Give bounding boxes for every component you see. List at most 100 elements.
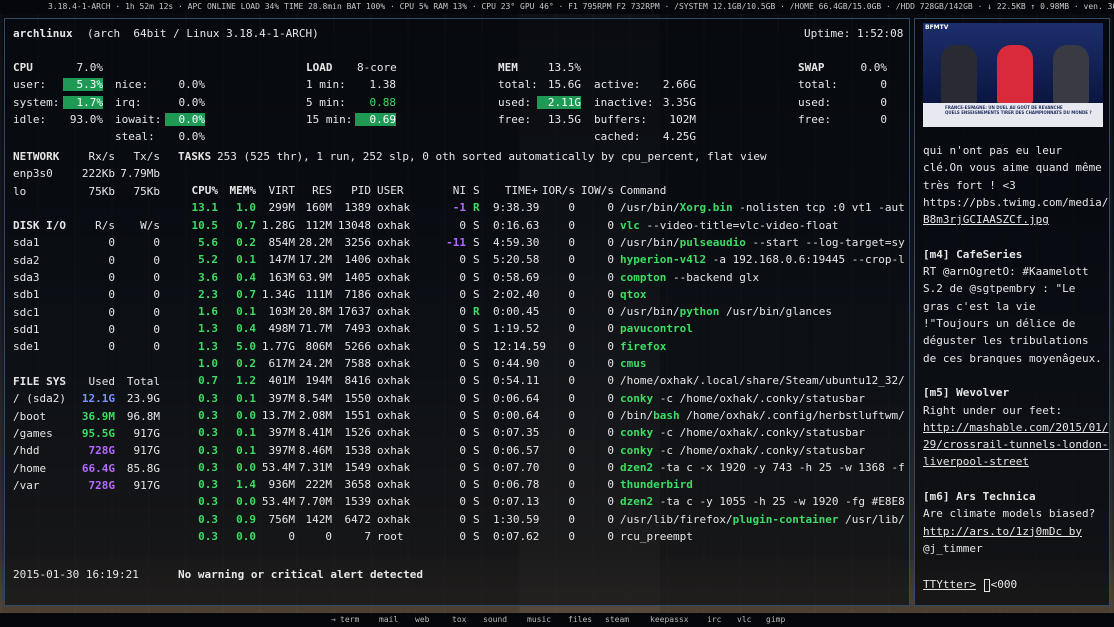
network-tx: 75Kb xyxy=(133,184,161,198)
taskbar-item-vlc[interactable]: vlc xyxy=(737,613,751,627)
process-mem: 0.1 xyxy=(236,443,256,457)
process-nice: 0 xyxy=(459,270,466,284)
command-program: cmus xyxy=(620,357,647,370)
process-res: 7.70M xyxy=(298,495,332,509)
feed-text: de ces branques moyenâgeux. xyxy=(923,351,1102,365)
feed-link[interactable]: http://ars.to/1zj0mDc by xyxy=(923,523,1082,540)
column-header-ni: NI xyxy=(452,184,466,197)
process-user: oxhak xyxy=(377,305,411,319)
command-args: -nolisten tcp :0 vt1 -auth xyxy=(732,201,905,215)
column-header-ior: IOR/s xyxy=(541,184,575,197)
mem-value: 102M xyxy=(669,112,697,126)
process-virt: 397M xyxy=(268,443,296,457)
command-args: /usr/bin/glances xyxy=(719,305,832,319)
taskbar-item-web[interactable]: web xyxy=(415,613,429,627)
process-res: 71.7M xyxy=(298,322,332,336)
hostname: archlinux xyxy=(13,27,73,40)
taskbar-item-music[interactable]: music xyxy=(527,613,551,627)
mem-key: inactive: xyxy=(594,95,654,109)
status-bar: 3.18.4-1-ARCH · 1h 52m 12s · APC ONLINE … xyxy=(0,0,1114,14)
prompt-line[interactable]: TTYtter> <000 xyxy=(923,576,1017,593)
active-arrow-icon: → xyxy=(331,615,336,624)
process-command: /usr/bin/pulseaudio --start --log-target… xyxy=(620,236,905,249)
glances-terminal[interactable]: archlinux (arch 64bit / Linux 3.18.4-1-A… xyxy=(4,18,910,606)
feed-link[interactable]: B8m3rjGCIAASZCf.jpg xyxy=(923,211,1049,228)
process-status: S xyxy=(473,426,480,440)
process-user: oxhak xyxy=(377,357,411,370)
cpu-key: steal: xyxy=(115,130,155,144)
process-pid: 1538 xyxy=(344,443,372,457)
process-user: oxhak xyxy=(377,426,411,440)
filesys-title: FILE SYS xyxy=(13,375,66,388)
process-status: S xyxy=(473,512,480,526)
load-cores: 8-core xyxy=(357,61,397,74)
mem-value: 13.5G xyxy=(547,112,581,126)
process-user: oxhak xyxy=(377,408,411,422)
feed-link[interactable]: http://mashable.com/2015/01/ xyxy=(923,419,1108,436)
process-user: oxhak xyxy=(377,374,411,388)
process-res: 111M xyxy=(305,287,333,301)
process-io-write: 0 xyxy=(607,305,614,319)
command-program: conky xyxy=(620,426,654,440)
taskbar-item-steam[interactable]: steam xyxy=(605,613,629,627)
process-res: 17.2M xyxy=(298,253,332,267)
swap-value: 0 xyxy=(880,78,887,92)
process-io-write: 0 xyxy=(607,426,614,440)
command-args: -c /home/oxhak/.conky/statusbar xyxy=(653,426,866,440)
command-program: Xorg.bin xyxy=(679,201,733,215)
taskbar-item-term[interactable]: term xyxy=(340,613,359,627)
process-nice: -11 xyxy=(446,235,466,249)
process-res: 24.2M xyxy=(298,357,332,370)
taskbar-item-sound[interactable]: sound xyxy=(483,613,507,627)
network-rx-header: Rx/s xyxy=(88,150,116,163)
process-time: 0:16.63 xyxy=(493,218,540,232)
process-time: 0:06.78 xyxy=(493,478,540,492)
process-virt: 53.4M xyxy=(261,460,295,474)
cpu-key: iowait: xyxy=(115,112,162,126)
process-user: oxhak xyxy=(377,512,411,526)
cpu-key: nice: xyxy=(115,78,149,92)
process-status: S xyxy=(473,374,480,388)
command-program: pavucontrol xyxy=(620,322,693,336)
feed-author: [m5] Wevolver xyxy=(923,386,1010,400)
column-header-res: RES xyxy=(312,184,332,197)
process-nice: 0 xyxy=(459,305,466,319)
filesys-used: 95.5G xyxy=(81,426,115,440)
process-command: cmus xyxy=(620,357,905,370)
taskbar-item-irc[interactable]: irc xyxy=(707,613,721,627)
tv-thumbnail[interactable]: BFMTV BFMTV FRANCE-ESPAGNE: UN DUEL AU G… xyxy=(923,23,1103,127)
process-status: S xyxy=(473,270,480,284)
process-command: conky -c /home/oxhak/.conky/statusbar xyxy=(620,392,905,405)
process-cpu: 1.6 xyxy=(198,305,218,319)
feed-author: [m4] CafeSeries xyxy=(923,247,1023,261)
filesys-used: 12.1G xyxy=(81,392,115,406)
taskbar-item-gimp[interactable]: gimp xyxy=(766,613,785,627)
process-io-write: 0 xyxy=(607,253,614,267)
process-io-write: 0 xyxy=(607,235,614,249)
taskbar-item-tox[interactable]: tox xyxy=(452,613,466,627)
diskio-device: sda1 xyxy=(13,236,40,250)
taskbar-item-files[interactable]: files xyxy=(568,613,592,627)
process-res: 8.54M xyxy=(298,391,332,405)
diskio-read: 0 xyxy=(108,305,115,319)
filesys-used: 66.4G xyxy=(81,461,115,475)
process-virt: 936M xyxy=(268,478,296,492)
process-nice: 0 xyxy=(459,426,466,440)
prompt-input[interactable]: <000 xyxy=(991,578,1018,591)
process-command: /usr/bin/python /usr/bin/glances xyxy=(620,305,905,318)
process-pid: 7 xyxy=(364,530,371,543)
ttytter-terminal[interactable]: BFMTV BFMTV FRANCE-ESPAGNE: UN DUEL AU G… xyxy=(914,18,1110,606)
process-io-read: 0 xyxy=(568,287,575,301)
command-path: /usr/bin/ xyxy=(620,235,680,249)
taskbar-item-mail[interactable]: mail xyxy=(379,613,398,627)
process-res: 160M xyxy=(305,201,333,215)
process-user: oxhak xyxy=(377,478,411,492)
feed-link[interactable]: liverpool-street xyxy=(923,453,1029,470)
process-virt: 854M xyxy=(268,235,296,249)
feed-link[interactable]: 29/crossrail-tunnels-london- xyxy=(923,436,1108,453)
taskbar-item-keepassx[interactable]: keepassx xyxy=(650,613,689,627)
network-rx: 75Kb xyxy=(88,184,116,198)
filesys-total-header: Total xyxy=(126,375,160,388)
process-user: oxhak xyxy=(377,460,411,474)
process-io-write: 0 xyxy=(607,201,614,215)
